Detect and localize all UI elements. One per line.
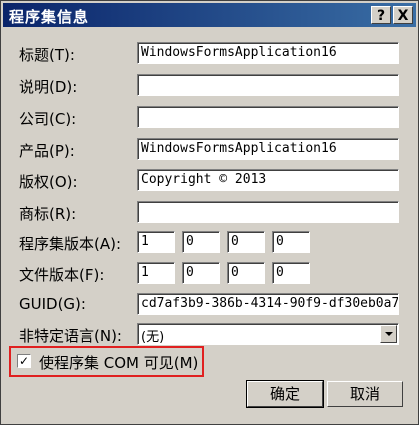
trademark-field[interactable] (137, 201, 399, 223)
title-bar[interactable]: 程序集信息 ? X (3, 3, 416, 27)
copyright-label: 版权(O): (19, 173, 78, 191)
file-version-build[interactable]: 0 (227, 262, 265, 284)
assembly-version-build[interactable]: 0 (227, 231, 265, 253)
com-visible-checkbox[interactable]: ✓ (17, 354, 31, 368)
neutral-language-select[interactable]: (无) (137, 323, 399, 345)
guid-field[interactable]: cd7af3b9-386b-4314-90f9-df30eb0a7 (137, 293, 399, 315)
file-version-minor[interactable]: 0 (182, 262, 220, 284)
guid-label: GUID(G): (19, 295, 86, 313)
help-button[interactable]: ? (371, 6, 391, 24)
description-field[interactable] (137, 74, 399, 96)
assembly-version-label: 程序集版本(A): (19, 235, 122, 253)
assembly-version-revision[interactable]: 0 (272, 231, 310, 253)
neutral-language-label: 非特定语言(N): (19, 327, 122, 345)
description-label: 说明(D): (19, 78, 78, 96)
com-visible-label[interactable]: 使程序集 COM 可见(M) (39, 352, 198, 373)
title-label: 标题(T): (19, 46, 75, 64)
file-version-label: 文件版本(F): (19, 266, 105, 284)
assembly-info-dialog: 程序集信息 ? X 标题(T): WindowsFormsApplication… (0, 0, 419, 425)
dialog-title: 程序集信息 (9, 8, 90, 26)
cancel-button[interactable]: 取消 (327, 381, 403, 407)
company-field[interactable] (137, 106, 399, 128)
chevron-down-icon[interactable] (380, 325, 397, 343)
trademark-label: 商标(R): (19, 205, 77, 223)
product-label: 产品(P): (19, 142, 75, 160)
assembly-version-major[interactable]: 1 (137, 231, 175, 253)
company-label: 公司(C): (19, 110, 77, 128)
neutral-language-value: (无) (141, 330, 165, 345)
close-button[interactable]: X (393, 6, 413, 24)
title-field[interactable]: WindowsFormsApplication16 (137, 42, 399, 64)
product-field[interactable]: WindowsFormsApplication16 (137, 138, 399, 160)
assembly-version-minor[interactable]: 0 (182, 231, 220, 253)
ok-button[interactable]: 确定 (246, 380, 324, 408)
file-version-major[interactable]: 1 (137, 262, 175, 284)
file-version-revision[interactable]: 0 (272, 262, 310, 284)
copyright-field[interactable]: Copyright © 2013 (137, 169, 399, 191)
